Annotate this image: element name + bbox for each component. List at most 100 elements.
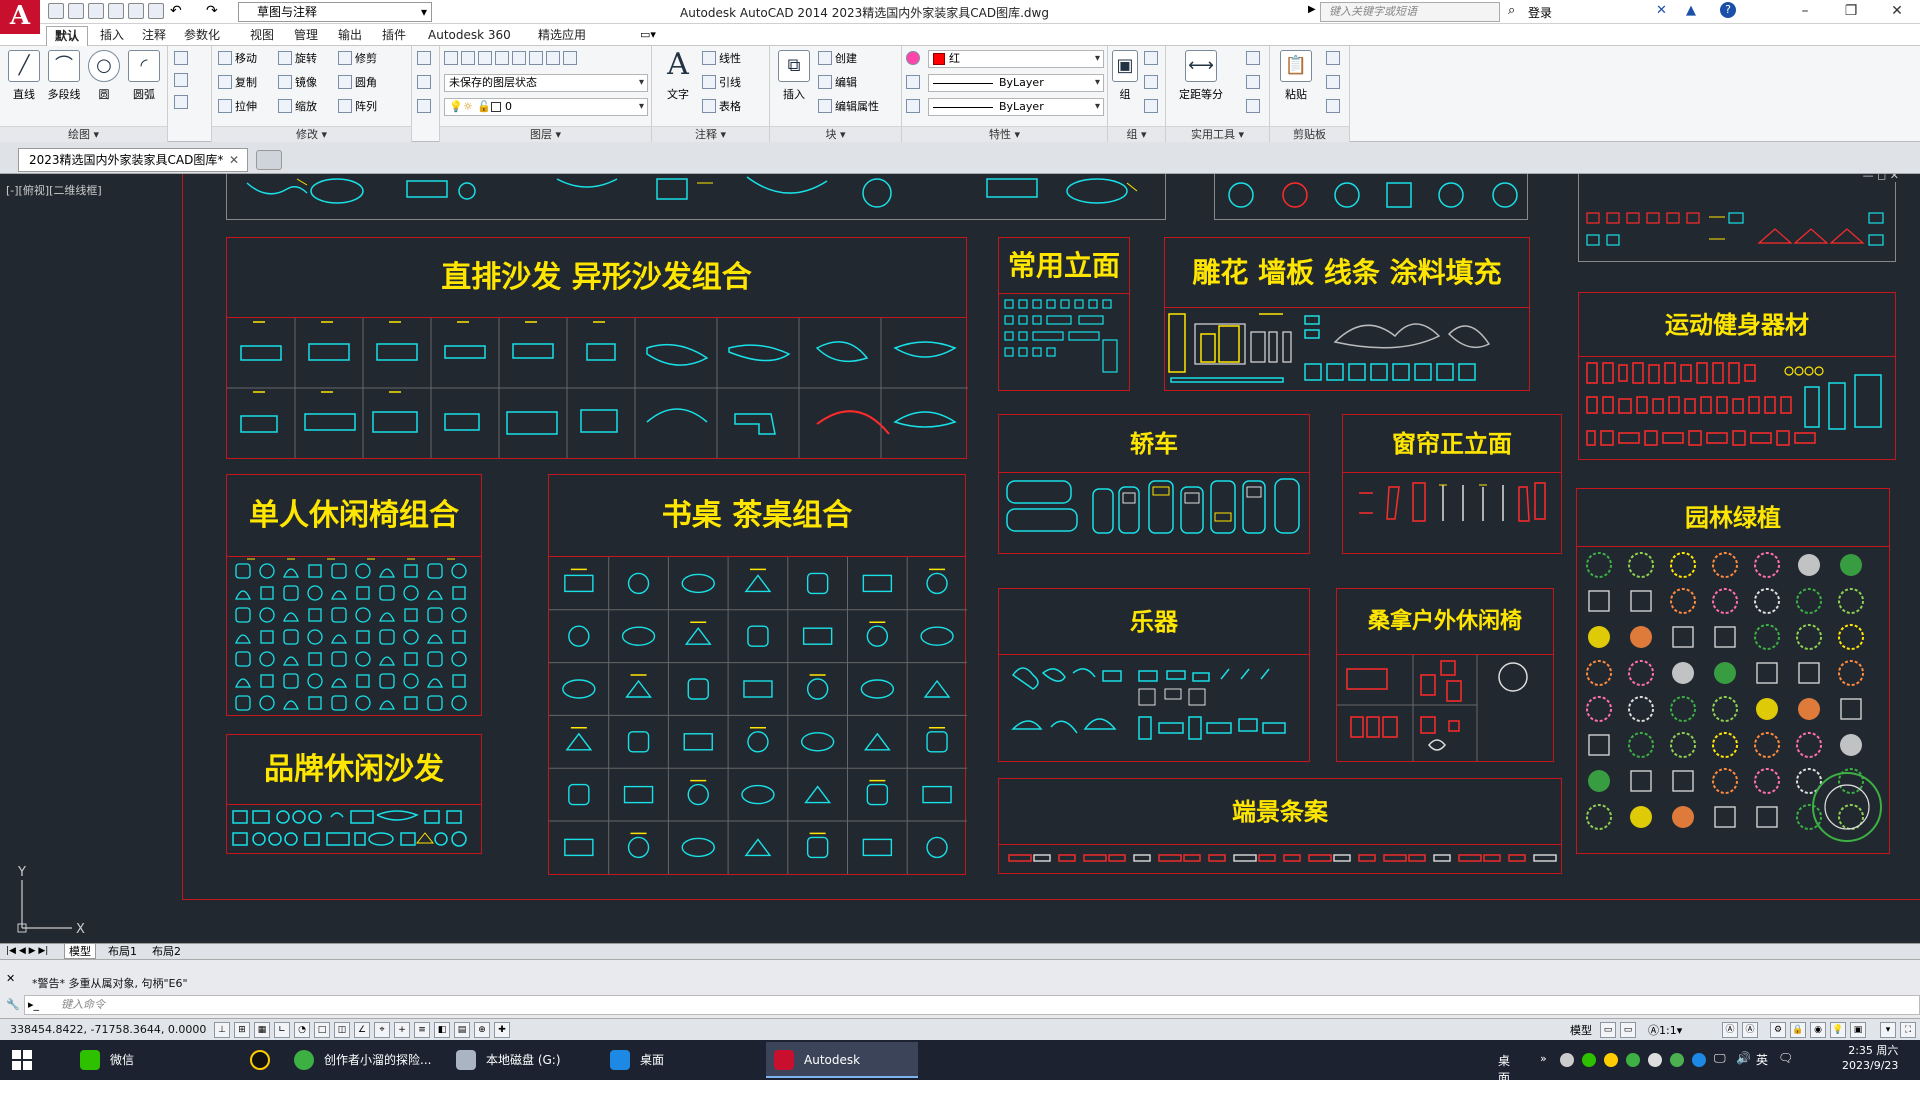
linetype-tool[interactable] — [906, 74, 923, 92]
id-point-tool[interactable] — [1246, 74, 1263, 92]
isolate-objects-icon[interactable]: 💡 — [1830, 1022, 1846, 1038]
erase-tool[interactable] — [417, 50, 434, 68]
workspace-select[interactable]: 草图与注释 ▾ — [238, 2, 432, 22]
groups-panel-title[interactable]: 组 ▾ — [1108, 126, 1165, 142]
clipboard-panel-title[interactable]: 剪贴板 — [1270, 126, 1349, 142]
taskbar-qq[interactable] — [242, 1042, 282, 1078]
viewport-window-controls[interactable]: — ◻ ✕ — [1862, 174, 1899, 182]
notification-icon[interactable]: 🗨 — [1778, 1051, 1793, 1065]
tray-app-icon[interactable] — [1560, 1053, 1574, 1067]
exchange-icon[interactable]: ✕ — [1656, 3, 1667, 18]
rectangle-tool[interactable] — [174, 50, 191, 68]
close-command-icon[interactable]: ✕ — [6, 972, 15, 985]
mirror-tool[interactable]: 镜像 — [278, 74, 317, 92]
color-select[interactable]: 红 — [928, 50, 1104, 68]
model-space-toggle[interactable]: 模型 — [1570, 1022, 1592, 1038]
offset-tool[interactable] — [417, 98, 434, 116]
explode-tool[interactable] — [417, 74, 434, 92]
quick-view-drawings-icon[interactable]: ▭ — [1620, 1022, 1636, 1038]
taskbar-browser[interactable]: 创作者小溜的探险... — [286, 1042, 446, 1078]
clean-screen-icon[interactable]: ▣ — [1850, 1022, 1866, 1038]
taskbar-explorer[interactable]: 本地磁盘 (G:) — [448, 1042, 600, 1078]
tray-app-icon[interactable] — [1692, 1053, 1706, 1067]
copy-tool[interactable]: 复制 — [218, 74, 257, 92]
taskbar-autocad[interactable]: Autodesk AutoCA... — [766, 1042, 918, 1103]
copy-base-tool[interactable] — [1326, 98, 1343, 116]
paste-tool[interactable]: 📋 粘贴 — [1274, 50, 1318, 102]
save-as-icon[interactable] — [108, 3, 124, 19]
tab-layout2[interactable]: 布局2 — [148, 944, 185, 959]
auto-scale-icon[interactable]: Ⓐ — [1742, 1022, 1758, 1038]
fillet-tool[interactable]: 圆角 — [338, 74, 377, 92]
ime-indicator[interactable]: 英 — [1756, 1051, 1768, 1068]
tab-plugins[interactable]: 插件 — [374, 26, 414, 46]
close-tab-icon[interactable]: ✕ — [229, 149, 239, 171]
insert-block-tool[interactable]: ⧉ 插入 — [772, 50, 816, 102]
workspace-switch-icon[interactable]: ⚙ — [1770, 1022, 1786, 1038]
wrench-icon[interactable]: 🔧 — [6, 998, 20, 1011]
taskbar-wechat[interactable]: 微信 — [72, 1042, 242, 1078]
layer-state-select[interactable]: 未保存的图层状态 — [444, 74, 648, 92]
new-file-icon[interactable] — [48, 3, 64, 19]
lineweight-tool[interactable] — [906, 98, 923, 116]
block-panel-title[interactable]: 块 ▾ — [770, 126, 901, 142]
object-snap-icon[interactable]: □ — [314, 1022, 330, 1038]
annotation-monitor-icon[interactable]: ✚ — [494, 1022, 510, 1038]
annotation-scale[interactable]: Ⓐ1:1▾ — [1648, 1022, 1682, 1038]
snap-mode-icon[interactable]: ⊞ — [234, 1022, 250, 1038]
cut-tool[interactable] — [1326, 50, 1343, 68]
new-tab-button[interactable] — [256, 150, 282, 170]
viewport-controls[interactable]: [-][俯视][二维线框] — [6, 182, 102, 198]
network-icon[interactable]: 🖵 — [1714, 1051, 1726, 1066]
layers-panel-title[interactable]: 图层 ▾ — [440, 126, 651, 142]
tab-autodesk-360[interactable]: Autodesk 360 — [420, 26, 519, 46]
layer-properties-tool[interactable] — [444, 50, 580, 68]
redo-icon[interactable]: ↷ — [206, 3, 218, 19]
selection-cycling-icon[interactable]: ⊕ — [474, 1022, 490, 1038]
edit-attributes-tool[interactable]: 编辑属性 — [818, 98, 879, 116]
ungroup-tool[interactable] — [1144, 50, 1161, 68]
dynamic-ucs-icon[interactable]: ⌖ — [374, 1022, 390, 1038]
tab-annotate[interactable]: 注释 — [134, 26, 174, 46]
ribbon-toggle-icon[interactable]: ▭▾ — [640, 28, 656, 41]
ortho-mode-icon[interactable]: ∟ — [274, 1022, 290, 1038]
hardware-acceleration-icon[interactable]: ◉ — [1810, 1022, 1826, 1038]
hatch-tool[interactable] — [174, 72, 191, 90]
lineweight-display-icon[interactable]: ≡ — [414, 1022, 430, 1038]
scale-tool[interactable]: 缩放 — [278, 98, 317, 116]
quick-select-tool[interactable] — [1246, 50, 1263, 68]
status-menu-icon[interactable]: ▾ — [1880, 1022, 1896, 1038]
3d-osnap-icon[interactable]: ◫ — [334, 1022, 350, 1038]
chevron-icon[interactable]: » — [1540, 1052, 1547, 1065]
group-edit-tool[interactable] — [1144, 74, 1161, 92]
tray-app-icon[interactable] — [1582, 1053, 1596, 1067]
annotation-visibility-icon[interactable]: Ⓐ — [1722, 1022, 1738, 1038]
tray-app-icon[interactable] — [1626, 1053, 1640, 1067]
tray-app-icon[interactable] — [1604, 1053, 1618, 1067]
close-icon[interactable]: ✕ — [1874, 0, 1920, 24]
circle-tool[interactable]: ○ 圆 — [82, 50, 126, 102]
quick-view-layouts-icon[interactable]: ▭ — [1600, 1022, 1616, 1038]
layout-nav-icons[interactable]: |◀ ◀ ▶ ▶| — [2, 944, 52, 959]
tray-app-icon[interactable] — [1670, 1053, 1684, 1067]
drawing-canvas[interactable]: [-][俯视][二维线框] — ◻ ✕ 直排沙发 异形沙发组合 常用立面 雕花 … — [0, 174, 1920, 943]
rotate-tool[interactable]: 旋转 — [278, 50, 317, 68]
dynamic-input-icon[interactable]: + — [394, 1022, 410, 1038]
tab-default[interactable]: 默认 — [46, 26, 89, 46]
windows-start-icon[interactable] — [12, 1050, 32, 1070]
tab-output[interactable]: 输出 — [330, 26, 370, 46]
restore-icon[interactable]: ❐ — [1828, 0, 1874, 24]
polar-tracking-icon[interactable]: ◔ — [294, 1022, 310, 1038]
volume-icon[interactable]: 🔊 — [1736, 1051, 1751, 1065]
open-file-icon[interactable] — [68, 3, 84, 19]
annotation-panel-title[interactable]: 注释 ▾ — [652, 126, 769, 142]
undo-icon[interactable]: ↶ — [170, 3, 182, 19]
infer-constraints-icon[interactable]: ⊥ — [214, 1022, 230, 1038]
create-block-tool[interactable]: 创建 — [818, 50, 857, 68]
application-menu-button[interactable]: A — [0, 0, 40, 34]
object-snap-tracking-icon[interactable]: ∠ — [354, 1022, 370, 1038]
text-tool[interactable]: A 文字 — [656, 50, 700, 102]
line-tool[interactable]: ╱ 直线 — [2, 50, 46, 102]
search-input[interactable]: 键入关键字或短语 — [1320, 2, 1500, 22]
table-tool[interactable]: 表格 — [702, 98, 741, 116]
